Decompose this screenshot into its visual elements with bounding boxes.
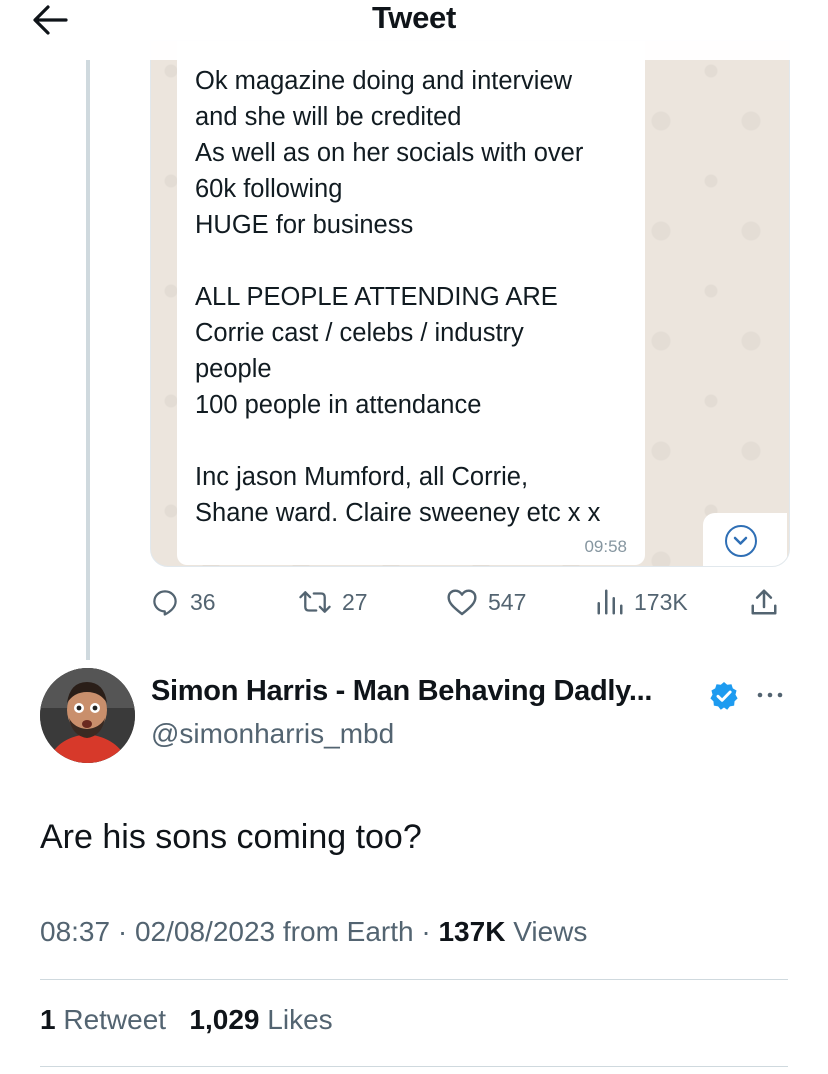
reply-icon — [153, 590, 177, 616]
heart-icon — [447, 589, 477, 616]
verified-badge-icon — [708, 680, 740, 712]
tweet-stats: 1 Retweet 1,029 Likes — [40, 1004, 333, 1036]
tweet-views-count: 137K — [438, 916, 506, 947]
analytics-icon — [597, 589, 623, 615]
tweet-date[interactable]: 02/08/2023 — [135, 916, 275, 947]
retweets-stat-count: 1 — [40, 1004, 56, 1035]
likes-stat[interactable]: 1,029 Likes — [189, 1004, 332, 1035]
message-text-block-1: Ok magazine doing and interview and she … — [195, 67, 584, 239]
tweet-views-label: Views — [513, 916, 588, 947]
retweet-count: 27 — [342, 588, 368, 615]
tweet-action-bar: 36 27 547 173K — [150, 582, 790, 622]
author-display-name[interactable]: Simon Harris - Man Behaving Dadly... — [151, 675, 652, 708]
more-options-button[interactable] — [752, 680, 788, 710]
avatar[interactable] — [40, 668, 135, 763]
share-button[interactable] — [750, 582, 788, 622]
chat-message-bubble: Ok magazine doing and interview and she … — [177, 41, 645, 565]
tweet-text: Are his sons coming too? — [40, 818, 422, 856]
tweet-source: from Earth — [282, 916, 414, 947]
likes-stat-count: 1,029 — [189, 1004, 260, 1035]
like-button[interactable]: 547 — [446, 582, 526, 622]
tweet-time[interactable]: 08:37 — [40, 916, 110, 947]
views-button[interactable]: 173K — [596, 582, 688, 622]
divider — [40, 979, 788, 980]
meta-separator: · — [117, 916, 135, 947]
retweet-icon — [299, 591, 331, 613]
retweets-stat[interactable]: 1 Retweet — [40, 1004, 166, 1035]
divider — [40, 1066, 788, 1067]
tweet-media-image[interactable]: Ok magazine doing and interview and she … — [150, 40, 790, 567]
thread-connector-line — [86, 60, 90, 660]
page-title: Tweet — [371, 0, 457, 35]
top-nav-bar: Tweet — [0, 0, 828, 60]
more-dots-icon — [757, 692, 783, 698]
reply-button[interactable]: 36 — [150, 582, 216, 622]
tweet-meta: 08:37 · 02/08/2023 from Earth · 137K Vie… — [40, 916, 587, 948]
author-handle[interactable]: @simonharris_mbd — [151, 718, 394, 750]
like-count: 547 — [488, 588, 527, 615]
scroll-down-button — [703, 513, 787, 566]
share-icon — [751, 589, 777, 615]
views-count: 173K — [634, 588, 688, 615]
message-text-block-3: Inc jason Mumford, all Corrie, Shane war… — [195, 463, 601, 527]
message-text-block-2: ALL PEOPLE ATTENDING ARE Corrie cast / c… — [195, 283, 558, 419]
message-timestamp: 09:58 — [584, 537, 627, 556]
chevron-down-icon — [725, 525, 757, 557]
retweet-button[interactable]: 27 — [298, 582, 368, 622]
meta-separator: · — [421, 916, 439, 947]
likes-stat-label: Likes — [267, 1004, 333, 1035]
reply-count: 36 — [190, 588, 216, 615]
retweets-stat-label: Retweet — [63, 1004, 167, 1035]
